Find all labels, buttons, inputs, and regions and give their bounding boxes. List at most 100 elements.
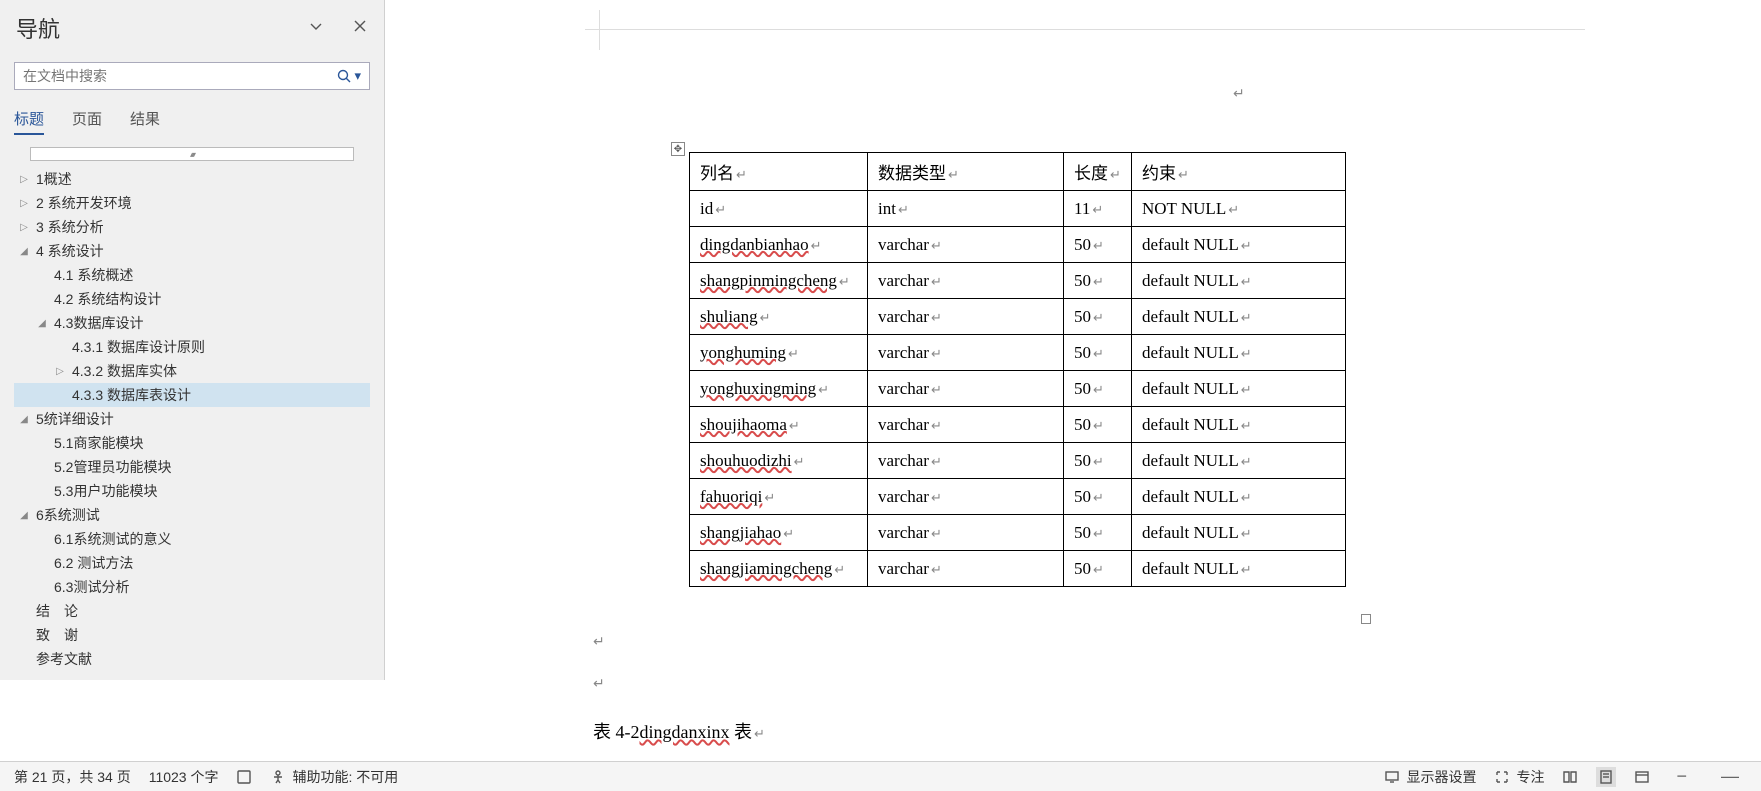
focus-mode-button[interactable]: 专注 — [1494, 767, 1544, 787]
outline-level-bar[interactable]: ▴▾ — [30, 147, 354, 161]
cell-length[interactable]: 50↵ — [1064, 515, 1132, 551]
cell-constraint[interactable]: default NULL↵ — [1132, 299, 1346, 335]
print-layout-icon[interactable] — [1596, 767, 1616, 787]
outline-item[interactable]: 参考文献 — [14, 647, 370, 671]
cell-column-name[interactable]: id↵ — [690, 191, 868, 227]
cell-column-name[interactable]: yonghuxingming↵ — [690, 371, 868, 407]
cell-constraint[interactable]: default NULL↵ — [1132, 371, 1346, 407]
tree-toggle-icon[interactable]: ▷ — [18, 198, 30, 209]
outline-item[interactable]: ▷3 系统分析 — [14, 215, 370, 239]
outline-item[interactable]: 6.2 测试方法 — [14, 551, 370, 575]
cell-data-type[interactable]: varchar↵ — [868, 551, 1064, 587]
outline-item[interactable]: 6.3测试分析 — [14, 575, 370, 599]
outline-item[interactable]: 5.1商家能模块 — [14, 431, 370, 455]
accessibility-status[interactable]: 辅助功能: 不可用 — [270, 767, 398, 787]
search-box[interactable]: ▾ — [14, 62, 370, 90]
search-button[interactable]: ▾ — [328, 68, 369, 84]
header-length[interactable]: 长度↵ — [1064, 153, 1132, 191]
header-constraint[interactable]: 约束↵ — [1132, 153, 1346, 191]
header-column-name[interactable]: 列名↵ — [690, 153, 868, 191]
cell-column-name[interactable]: dingdanbianhao↵ — [690, 227, 868, 263]
tree-toggle-icon[interactable]: ▷ — [18, 222, 30, 233]
cell-length[interactable]: 50↵ — [1064, 371, 1132, 407]
cell-length[interactable]: 50↵ — [1064, 443, 1132, 479]
cell-length[interactable]: 50↵ — [1064, 551, 1132, 587]
outline-item[interactable]: ◢4.3数据库设计 — [14, 311, 370, 335]
cell-constraint[interactable]: default NULL↵ — [1132, 551, 1346, 587]
collapse-icon[interactable] — [308, 18, 324, 39]
tab-headings[interactable]: 标题 — [14, 108, 44, 135]
tree-toggle-icon[interactable]: ◢ — [36, 318, 48, 329]
cell-constraint[interactable]: default NULL↵ — [1132, 443, 1346, 479]
cell-column-name[interactable]: fahuoriqi↵ — [690, 479, 868, 515]
cell-constraint[interactable]: NOT NULL↵ — [1132, 191, 1346, 227]
tab-pages[interactable]: 页面 — [72, 108, 102, 135]
close-icon[interactable] — [352, 18, 368, 39]
cell-column-name[interactable]: shangjiahao↵ — [690, 515, 868, 551]
zoom-out-button[interactable]: − — [1668, 766, 1695, 787]
outline-item[interactable]: ▷1概述 — [14, 167, 370, 191]
cell-column-name[interactable]: shoujihaoma↵ — [690, 407, 868, 443]
cell-data-type[interactable]: varchar↵ — [868, 371, 1064, 407]
page-count[interactable]: 第 21 页，共 34 页 — [14, 767, 131, 787]
read-mode-icon[interactable] — [1562, 769, 1578, 785]
cell-length[interactable]: 50↵ — [1064, 263, 1132, 299]
outline-item[interactable]: ◢6系统测试 — [14, 503, 370, 527]
cell-length[interactable]: 50↵ — [1064, 227, 1132, 263]
database-schema-table[interactable]: 列名↵ 数据类型↵ 长度↵ 约束↵ id↵int↵11↵NOT NULL↵ din… — [689, 152, 1346, 587]
cell-constraint[interactable]: default NULL↵ — [1132, 407, 1346, 443]
table-caption[interactable]: 表 4-2dingdanxinx 表↵ — [593, 718, 765, 744]
outline-item[interactable]: ◢4 系统设计 — [14, 239, 370, 263]
cell-data-type[interactable]: varchar↵ — [868, 263, 1064, 299]
cell-length[interactable]: 50↵ — [1064, 407, 1132, 443]
outline-item[interactable]: 4.3.1 数据库设计原则 — [14, 335, 370, 359]
outline-item[interactable]: 5.2管理员功能模块 — [14, 455, 370, 479]
outline-item[interactable]: 4.3.3 数据库表设计 — [14, 383, 370, 407]
table-resize-handle[interactable] — [1361, 614, 1371, 624]
cell-data-type[interactable]: varchar↵ — [868, 299, 1064, 335]
table-move-handle[interactable]: ✥ — [671, 142, 685, 156]
cell-data-type[interactable]: int↵ — [868, 191, 1064, 227]
cell-length[interactable]: 50↵ — [1064, 299, 1132, 335]
display-settings-button[interactable]: 显示器设置 — [1384, 767, 1476, 787]
language-icon[interactable] — [236, 769, 252, 785]
cell-length[interactable]: 50↵ — [1064, 335, 1132, 371]
search-input[interactable] — [15, 64, 328, 88]
tree-toggle-icon[interactable]: ◢ — [18, 246, 30, 257]
cell-constraint[interactable]: default NULL↵ — [1132, 227, 1346, 263]
outline-item[interactable]: 结 论 — [14, 599, 370, 623]
cell-constraint[interactable]: default NULL↵ — [1132, 335, 1346, 371]
cell-constraint[interactable]: default NULL↵ — [1132, 263, 1346, 299]
outline-item[interactable]: ▷4.3.2 数据库实体 — [14, 359, 370, 383]
header-data-type[interactable]: 数据类型↵ — [868, 153, 1064, 191]
outline-item[interactable]: ◢5统详细设计 — [14, 407, 370, 431]
cell-data-type[interactable]: varchar↵ — [868, 515, 1064, 551]
cell-column-name[interactable]: shuliang↵ — [690, 299, 868, 335]
outline-item[interactable]: 4.1 系统概述 — [14, 263, 370, 287]
outline-item[interactable]: 4.2 系统结构设计 — [14, 287, 370, 311]
web-layout-icon[interactable] — [1634, 769, 1650, 785]
tree-toggle-icon[interactable]: ◢ — [18, 510, 30, 521]
cell-column-name[interactable]: shouhuodizhi↵ — [690, 443, 868, 479]
cell-constraint[interactable]: default NULL↵ — [1132, 479, 1346, 515]
outline-item[interactable]: ▷2 系统开发环境 — [14, 191, 370, 215]
cell-length[interactable]: 50↵ — [1064, 479, 1132, 515]
cell-length[interactable]: 11↵ — [1064, 191, 1132, 227]
cell-data-type[interactable]: varchar↵ — [868, 479, 1064, 515]
tree-toggle-icon[interactable]: ▷ — [18, 174, 30, 185]
cell-data-type[interactable]: varchar↵ — [868, 227, 1064, 263]
cell-data-type[interactable]: varchar↵ — [868, 443, 1064, 479]
outline-item[interactable]: 5.3用户功能模块 — [14, 479, 370, 503]
cell-data-type[interactable]: varchar↵ — [868, 407, 1064, 443]
tree-toggle-icon[interactable]: ▷ — [54, 366, 66, 377]
word-count[interactable]: 11023 个字 — [149, 767, 219, 787]
outline-item[interactable]: 6.1系统测试的意义 — [14, 527, 370, 551]
cell-constraint[interactable]: default NULL↵ — [1132, 515, 1346, 551]
tab-results[interactable]: 结果 — [130, 108, 160, 135]
cell-column-name[interactable]: yonghuming↵ — [690, 335, 868, 371]
cell-data-type[interactable]: varchar↵ — [868, 335, 1064, 371]
cell-column-name[interactable]: shangjiamingcheng↵ — [690, 551, 868, 587]
tree-toggle-icon[interactable]: ◢ — [18, 414, 30, 425]
outline-item[interactable]: 致 谢 — [14, 623, 370, 647]
cell-column-name[interactable]: shangpinmingcheng↵ — [690, 263, 868, 299]
